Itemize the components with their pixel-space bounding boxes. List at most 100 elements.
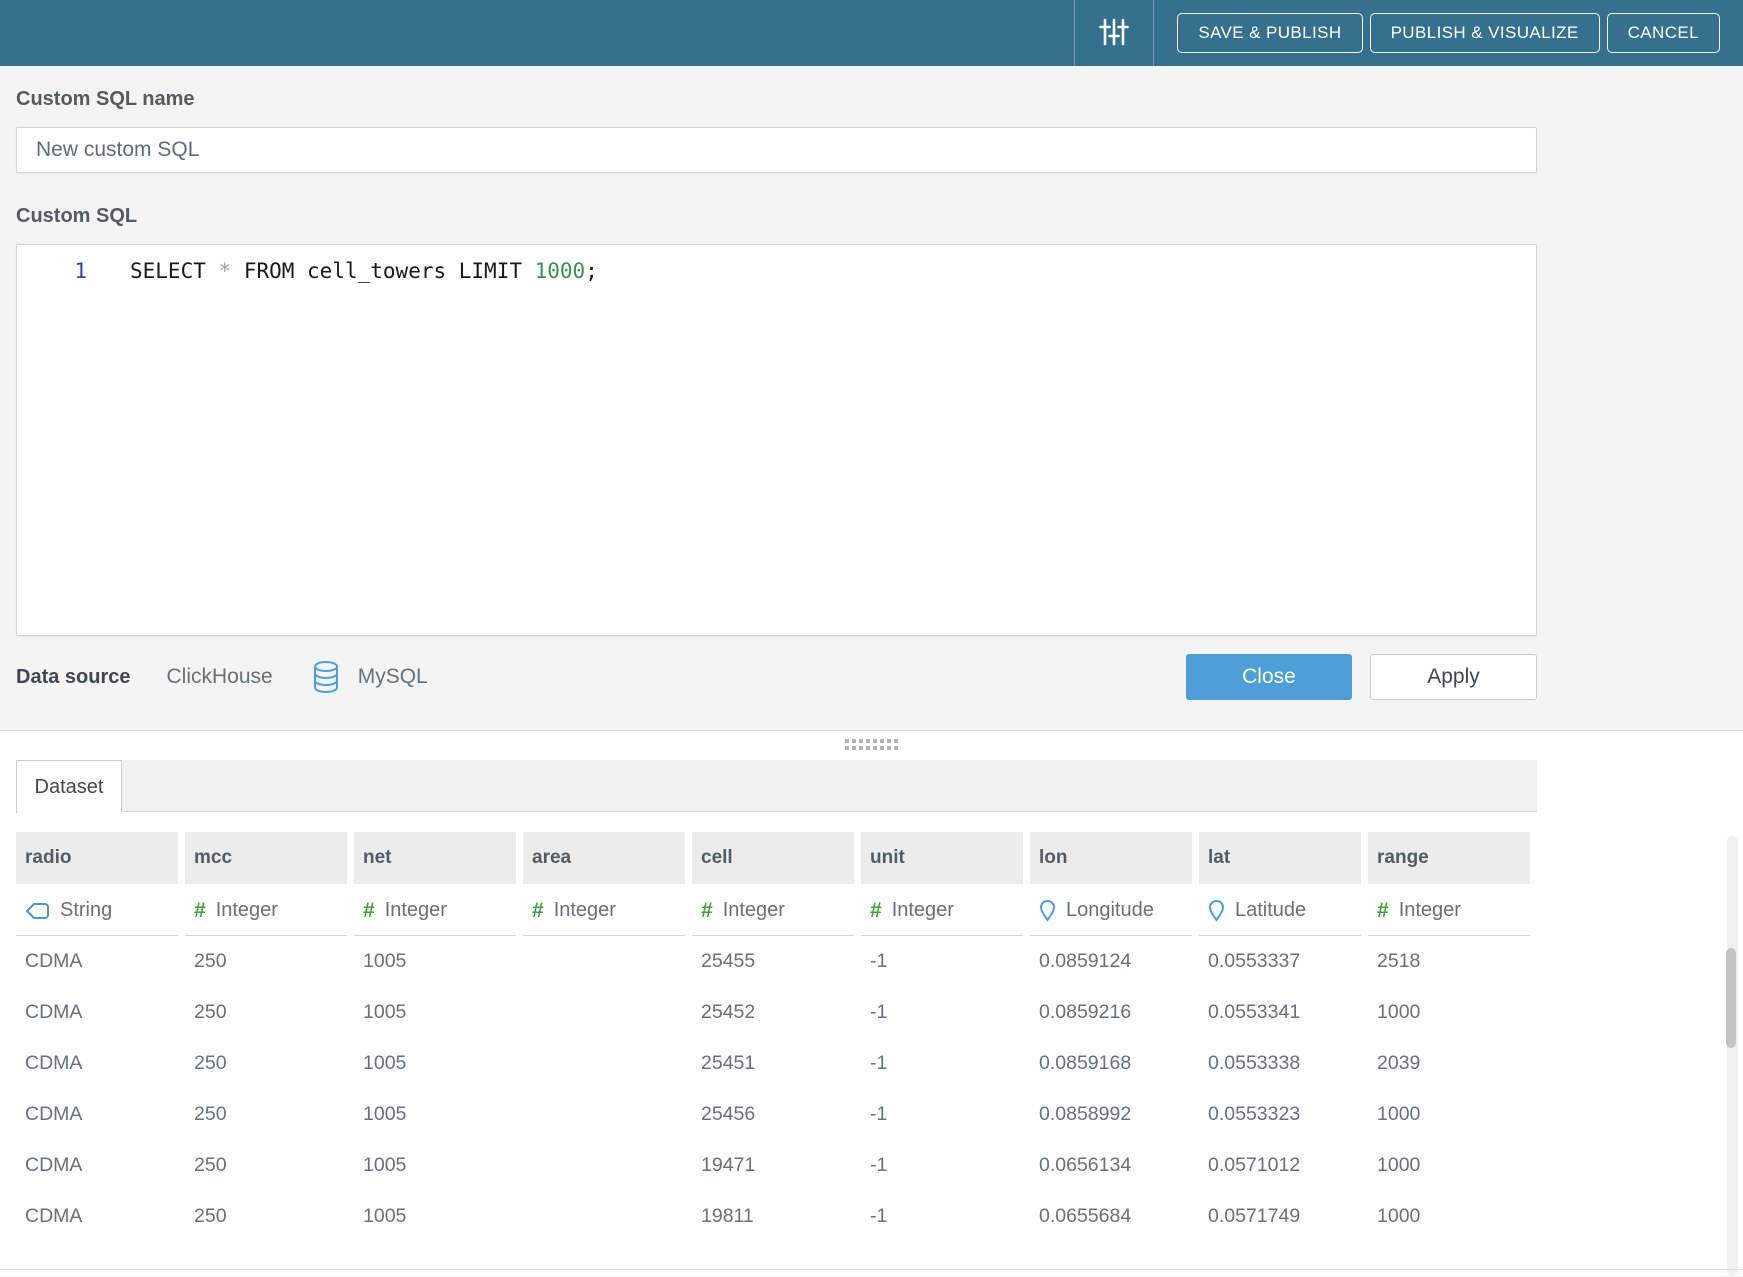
table-cell: 0.0859216 [1030,987,1192,1038]
drag-dot [880,739,884,743]
table-cell: 250 [185,1191,347,1242]
column-type: Longitude [1030,886,1192,936]
table-cell [523,1089,685,1140]
column-type: #Integer [523,886,685,936]
apply-button[interactable]: Apply [1370,654,1537,700]
drag-dot [887,739,891,743]
drag-dot [859,746,863,750]
column-header: cell [692,832,854,884]
table-cell: 2518 [1368,936,1530,987]
sql-token: FROM cell_towers LIMIT [244,259,535,283]
column-header: unit [861,832,1023,884]
cancel-button[interactable]: CANCEL [1607,13,1720,53]
column-type: # Integer [1368,886,1530,936]
table-cell: 0.0571749 [1199,1191,1361,1242]
drag-dot [859,739,863,743]
dataset-panel: Dataset radiomccnetareacellunitlonlatran… [0,730,1743,1276]
sliders-button[interactable] [1075,0,1153,66]
table-cell: 1000 [1368,1140,1530,1191]
table-cell: 1005 [354,1089,516,1140]
table-cell: -1 [861,936,1023,987]
column-header: area [523,832,685,884]
table-cell [523,987,685,1038]
custom-sql-name-input[interactable] [16,127,1537,173]
datasource-mysql[interactable]: MySQL [313,660,428,694]
sql-token: SELECT [130,259,206,283]
table-cell: 1005 [354,987,516,1038]
string-icon [25,902,50,920]
sliders-icon [1099,15,1129,52]
table-cell: 250 [185,1140,347,1191]
drag-dot [894,739,898,743]
toolbar-button-group: SAVE & PUBLISH PUBLISH & VISUALIZE CANCE… [1170,13,1720,53]
column-type-label: Integer [1399,899,1461,922]
close-button[interactable]: Close [1186,654,1352,700]
top-toolbar: SAVE & PUBLISH PUBLISH & VISUALIZE CANCE… [0,0,1743,66]
column-header: range [1368,832,1530,884]
table-header-row: radiomccnetareacellunitlonlatrange [16,832,1743,884]
table-cell: -1 [861,1140,1023,1191]
integer-icon: # [1377,899,1389,923]
drag-dot [845,746,849,750]
column-type: String [16,886,178,936]
dataset-preview-table: radiomccnetareacellunitlonlatrangeString… [16,832,1743,1242]
table-cell: 250 [185,987,347,1038]
panel-resize-handle[interactable] [845,739,898,750]
table-cell: 2039 [1368,1038,1530,1089]
table-cell [523,1140,685,1191]
table-cell: 0.0553323 [1199,1089,1361,1140]
column-type-label: Integer [723,899,785,922]
table-cell: -1 [861,1089,1023,1140]
save-and-publish-button[interactable]: SAVE & PUBLISH [1177,13,1362,53]
custom-sql-page: { "header": { "buttons": [ { "label": "S… [0,0,1743,1277]
sql-token: * [219,259,232,283]
table-cell: 0.0858992 [1030,1089,1192,1140]
column-header: radio [16,832,178,884]
table-row: CDMA250100525451-10.08591680.05533382039 [16,1038,1743,1089]
table-cell: 0.0859168 [1030,1038,1192,1089]
table-cell: 0.0553338 [1199,1038,1361,1089]
publish-and-visualize-button[interactable]: PUBLISH & VISUALIZE [1370,13,1600,53]
drag-dot [852,739,856,743]
table-cell: 25455 [692,936,854,987]
table-row: CDMA250100525452-10.08592160.05533411000 [16,987,1743,1038]
table-cell: 1005 [354,1140,516,1191]
column-header: mcc [185,832,347,884]
table-row: CDMA250100519471-10.06561340.05710121000 [16,1140,1743,1191]
data-source-row: Data source ClickHouse MySQL Close Apply [16,654,1537,700]
datasource-mysql-label: MySQL [358,665,428,689]
drag-dot [887,746,891,750]
integer-icon: # [870,899,882,923]
table-cell [523,1191,685,1242]
drag-dot [852,746,856,750]
column-type-label: Integer [216,899,278,922]
drag-dot [866,746,870,750]
column-type: #Integer [185,886,347,936]
table-cell: -1 [861,987,1023,1038]
table-row: CDMA250100525455-10.08591240.05533372518 [16,936,1743,987]
datasource-clickhouse[interactable]: ClickHouse [167,665,273,689]
data-source-label: Data source [16,666,131,689]
table-cell: 250 [185,1089,347,1140]
table-cell: CDMA [16,1089,178,1140]
column-type: #Integer [861,886,1023,936]
vertical-scrollbar-track[interactable] [1727,836,1738,1276]
column-header: lat [1199,832,1361,884]
table-cell [523,936,685,987]
table-cell: 25452 [692,987,854,1038]
column-header: lon [1030,832,1192,884]
table-cell: -1 [861,1038,1023,1089]
custom-sql-label: Custom SQL [16,205,1537,228]
custom-sql-form: Custom SQL name Custom SQL 1 SELECT * FR… [16,66,1537,700]
integer-icon: # [363,899,375,923]
sql-editor[interactable]: 1 SELECT * FROM cell_towers LIMIT 1000; [16,244,1537,636]
vertical-scrollbar-thumb[interactable] [1726,948,1736,1048]
table-cell: CDMA [16,1038,178,1089]
table-cell: 0.0655684 [1030,1191,1192,1242]
sql-token: 1000 [535,259,586,283]
database-icon [313,660,339,694]
column-type-label: Longitude [1066,899,1154,922]
table-cell: 0.0859124 [1030,936,1192,987]
tab-dataset[interactable]: Dataset [16,760,122,813]
tab-bar: Dataset [16,760,1537,812]
